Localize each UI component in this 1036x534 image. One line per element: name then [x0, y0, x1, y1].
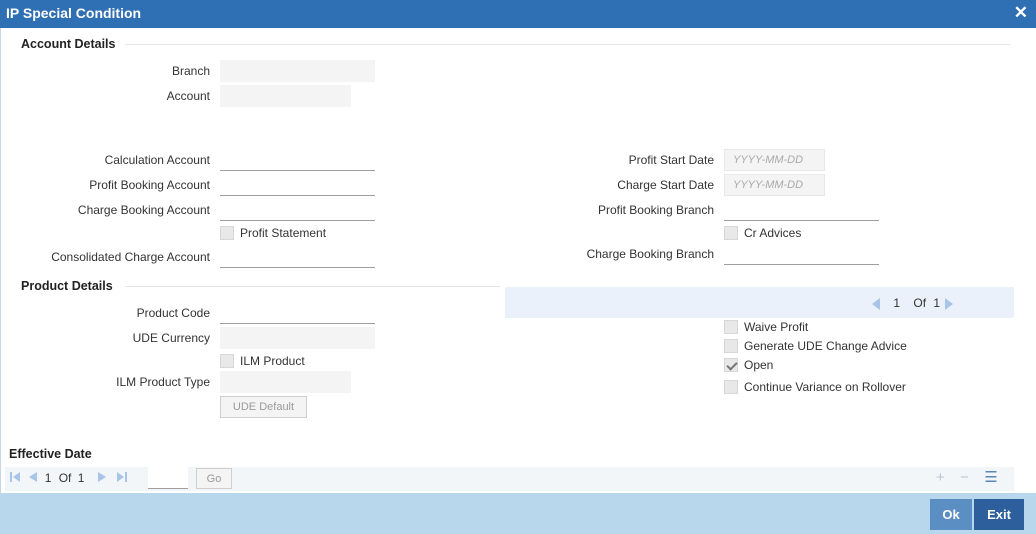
product-pager-current: 1	[893, 296, 901, 310]
ilm-product-checkbox[interactable]	[220, 354, 234, 368]
ude-default-button[interactable]: UDE Default	[220, 396, 307, 418]
footer-bar: Ok Exit	[0, 493, 1036, 534]
effective-pager-of: Of	[58, 471, 72, 485]
effective-pager-total: 1	[77, 471, 85, 485]
branch-label: Branch	[171, 64, 210, 78]
charge-start-date-field[interactable]: YYYY-MM-DD	[724, 174, 825, 196]
product-pager-total: 1	[933, 296, 941, 310]
next-page-icon[interactable]	[97, 471, 106, 487]
continue-variance-label: Continue Variance on Rollover	[744, 380, 906, 394]
title-bar: IP Special Condition ✕	[0, 0, 1036, 28]
profit-statement-checkbox[interactable]	[220, 226, 234, 240]
open-checkbox[interactable]	[724, 358, 738, 372]
ok-button[interactable]: Ok	[930, 499, 972, 530]
delete-row-icon[interactable]: −	[960, 469, 969, 486]
ilm-product-type-label: ILM Product Type	[116, 375, 210, 389]
profit-statement-label: Profit Statement	[240, 226, 327, 240]
next-icon[interactable]	[945, 297, 954, 310]
generate-ude-change-advice-checkbox[interactable]	[724, 339, 738, 353]
charge-booking-branch-label: Charge Booking Branch	[586, 247, 714, 261]
product-pager-of: Of	[913, 296, 927, 310]
product-pager: 1 Of 1	[872, 296, 954, 310]
account-field[interactable]	[220, 85, 351, 107]
ude-currency-label: UDE Currency	[132, 331, 210, 345]
charge-booking-branch-field[interactable]	[724, 243, 879, 265]
cr-advices-checkbox[interactable]	[724, 226, 738, 240]
account-label: Account	[166, 89, 210, 103]
previous-page-icon[interactable]	[29, 471, 38, 487]
profit-booking-branch-field[interactable]	[724, 199, 879, 221]
charge-booking-account-field[interactable]	[220, 199, 375, 221]
calculation-account-label: Calculation Account	[104, 153, 210, 167]
effective-date-title: Effective Date	[9, 447, 92, 461]
continue-variance-checkbox[interactable]	[724, 380, 738, 394]
close-icon[interactable]: ✕	[1014, 3, 1028, 23]
profit-start-date-label: Profit Start Date	[628, 153, 714, 167]
cr-advices-label: Cr Advices	[744, 226, 802, 240]
profit-booking-account-label: Profit Booking Account	[89, 178, 210, 192]
calculation-account-field[interactable]	[220, 149, 375, 171]
charge-booking-account-label: Charge Booking Account	[77, 203, 210, 217]
previous-icon[interactable]	[872, 297, 880, 310]
profit-start-date-field[interactable]: YYYY-MM-DD	[724, 149, 825, 171]
ude-currency-field[interactable]	[220, 327, 375, 349]
charge-start-date-label: Charge Start Date	[617, 178, 714, 192]
profit-booking-account-field[interactable]	[220, 174, 375, 196]
effective-pager-current: 1	[44, 471, 52, 485]
generate-ude-change-advice-label: Generate UDE Change Advice	[744, 339, 907, 353]
grid-actions: + − ☰	[936, 469, 998, 487]
last-page-icon[interactable]	[117, 471, 128, 487]
go-button[interactable]: Go	[196, 468, 232, 489]
profit-booking-branch-label: Profit Booking Branch	[597, 203, 714, 217]
product-code-field[interactable]	[220, 302, 375, 324]
page-number-input[interactable]	[148, 467, 188, 489]
first-page-icon[interactable]	[10, 471, 20, 487]
waive-profit-label: Waive Profit	[744, 320, 809, 334]
add-row-icon[interactable]: +	[936, 469, 945, 486]
ilm-product-label: ILM Product	[240, 354, 305, 368]
product-details-divider	[125, 286, 500, 287]
effective-date-pager: 1 Of 1	[10, 470, 128, 487]
product-code-label: Product Code	[136, 306, 210, 320]
ilm-product-type-field[interactable]	[220, 371, 351, 393]
open-label: Open	[744, 358, 774, 372]
exit-button[interactable]: Exit	[974, 499, 1024, 530]
account-details-divider	[125, 44, 1010, 45]
consolidated-charge-account-label: Consolidated Charge Account	[51, 250, 210, 264]
consolidated-charge-account-field[interactable]	[220, 246, 375, 268]
window-title: IP Special Condition	[6, 5, 142, 21]
account-details-title: Account Details	[21, 37, 116, 51]
dialog-body	[0, 28, 1036, 534]
single-view-icon[interactable]: ☰	[984, 469, 997, 486]
branch-field[interactable]	[220, 60, 375, 82]
product-details-title: Product Details	[21, 279, 113, 293]
waive-profit-checkbox[interactable]	[724, 320, 738, 334]
